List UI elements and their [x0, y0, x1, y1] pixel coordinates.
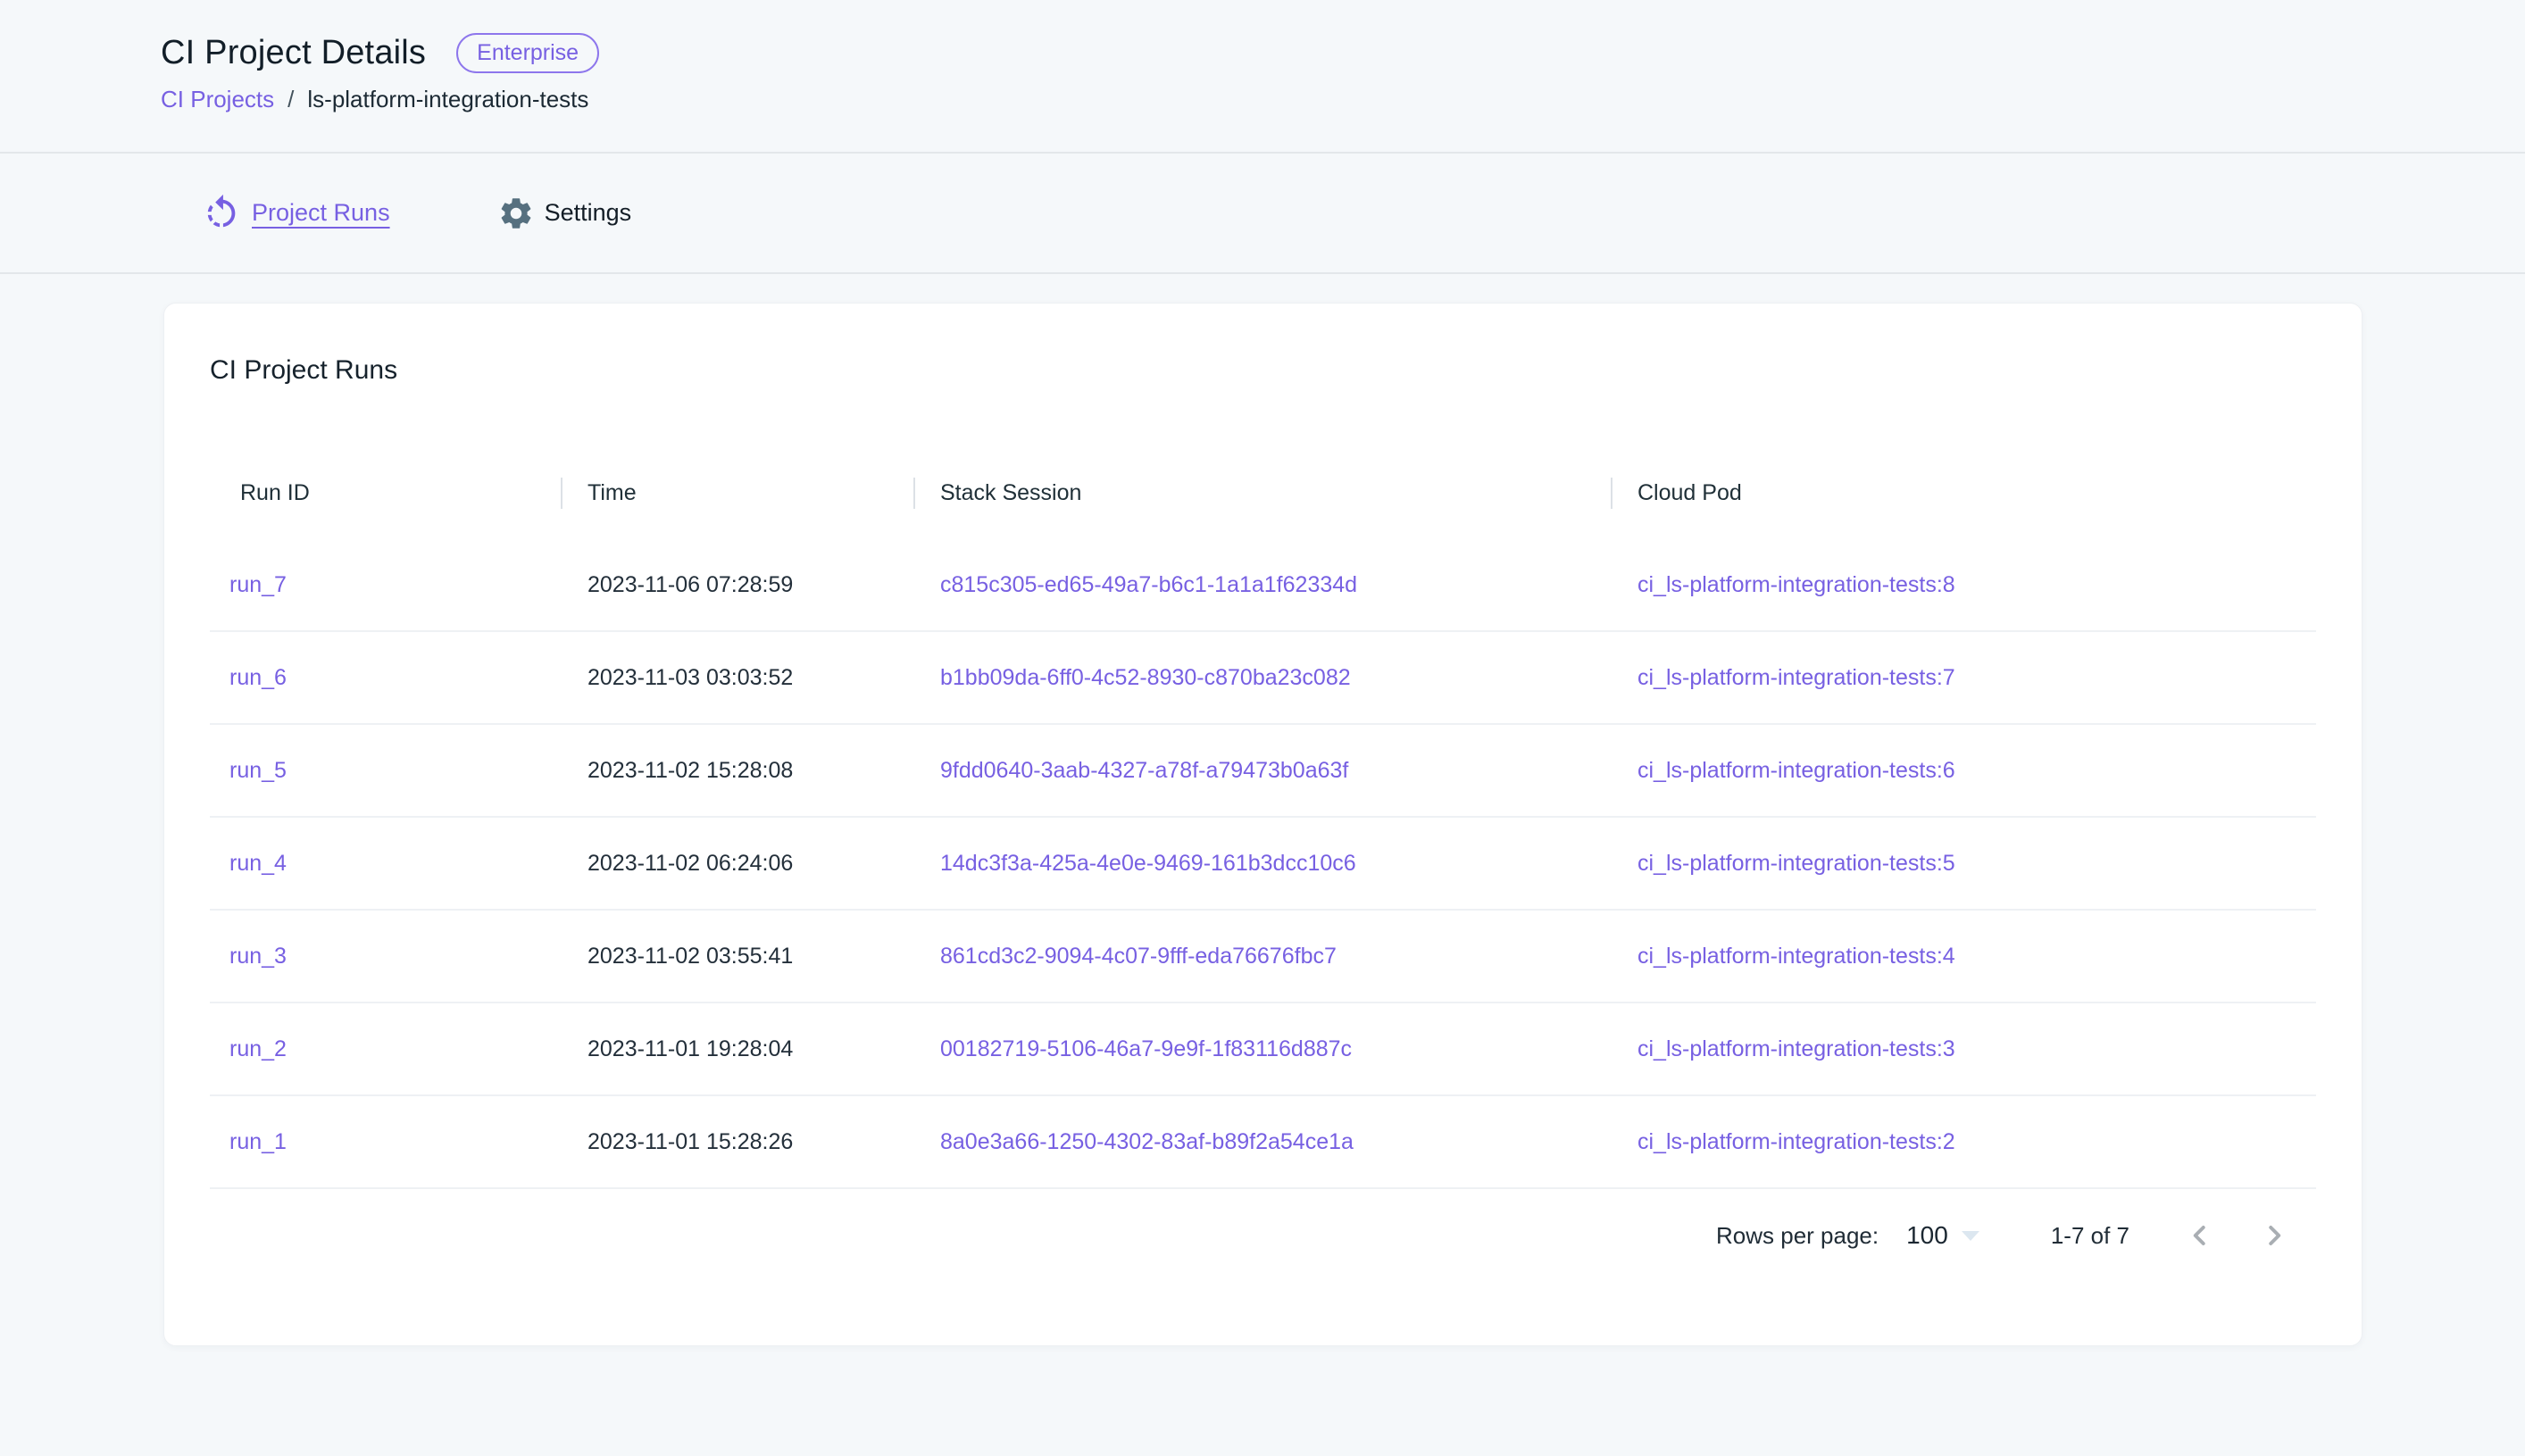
- gear-icon: [497, 195, 535, 232]
- stack-session-cell: 9fdd0640-3aab-4327-a78f-a79473b0a63f: [913, 755, 1611, 786]
- table-row: run_7 2023-11-06 07:28:59 c815c305-ed65-…: [210, 539, 2316, 632]
- column-header-stack-session: Stack Session: [913, 478, 1611, 509]
- run-id-cell: run_1: [210, 1127, 561, 1158]
- time-cell: 2023-11-02 15:28:08: [561, 755, 913, 786]
- stack-session-cell: b1bb09da-6ff0-4c52-8930-c870ba23c082: [913, 662, 1611, 694]
- table-body: run_7 2023-11-06 07:28:59 c815c305-ed65-…: [210, 539, 2316, 1189]
- cloud-pod-cell: ci_ls-platform-integration-tests:5: [1611, 848, 2317, 879]
- stack-session-link[interactable]: 14dc3f3a-425a-4e0e-9469-161b3dcc10c6: [940, 851, 1356, 876]
- time-value: 2023-11-02 06:24:06: [588, 851, 793, 876]
- run-id-cell: run_7: [210, 570, 561, 601]
- table-row: run_6 2023-11-03 03:03:52 b1bb09da-6ff0-…: [210, 632, 2316, 725]
- stack-session-link[interactable]: c815c305-ed65-49a7-b6c1-1a1a1f62334d: [940, 572, 1357, 597]
- cloud-pod-link[interactable]: ci_ls-platform-integration-tests:4: [1638, 944, 1955, 969]
- stack-session-link[interactable]: 8a0e3a66-1250-4302-83af-b89f2a54ce1a: [940, 1129, 1354, 1154]
- cloud-pod-cell: ci_ls-platform-integration-tests:7: [1611, 662, 2317, 694]
- cloud-pod-link[interactable]: ci_ls-platform-integration-tests:8: [1638, 572, 1955, 597]
- rows-per-page-select[interactable]: 100: [1906, 1218, 1980, 1252]
- card-title: CI Project Runs: [210, 353, 2316, 388]
- page-title: CI Project Details: [161, 32, 426, 75]
- run-id-cell: run_4: [210, 848, 561, 879]
- page-header: CI Project Details Enterprise CI Project…: [0, 0, 2525, 154]
- plan-badge: Enterprise: [456, 33, 599, 73]
- chevron-right-icon: [2258, 1219, 2290, 1252]
- tab-project-runs-label: Project Runs: [252, 196, 390, 230]
- breadcrumb-current: ls-platform-integration-tests: [307, 83, 588, 115]
- column-header-run-id: Run ID: [210, 478, 561, 509]
- chevron-down-icon: [1961, 1230, 1980, 1242]
- tab-settings-label: Settings: [545, 196, 632, 230]
- table-header-row: Run ID Time Stack Session Cloud Pod: [210, 446, 2316, 539]
- stack-session-link[interactable]: b1bb09da-6ff0-4c52-8930-c870ba23c082: [940, 665, 1351, 690]
- table-row: run_5 2023-11-02 15:28:08 9fdd0640-3aab-…: [210, 725, 2316, 818]
- breadcrumb: CI Projects / ls-platform-integration-te…: [161, 83, 2525, 115]
- next-page-button[interactable]: [2253, 1214, 2296, 1257]
- stack-session-link[interactable]: 9fdd0640-3aab-4327-a78f-a79473b0a63f: [940, 758, 1348, 783]
- time-value: 2023-11-03 03:03:52: [588, 665, 793, 690]
- cloud-pod-cell: ci_ls-platform-integration-tests:8: [1611, 570, 2317, 601]
- tab-bar: Project Runs Settings: [0, 154, 2525, 274]
- run-id-cell: run_2: [210, 1034, 561, 1065]
- time-value: 2023-11-01 19:28:04: [588, 1036, 793, 1061]
- table-row: run_2 2023-11-01 19:28:04 00182719-5106-…: [210, 1003, 2316, 1096]
- time-cell: 2023-11-03 03:03:52: [561, 662, 913, 694]
- tab-project-runs[interactable]: Project Runs: [201, 193, 390, 234]
- cloud-pod-cell: ci_ls-platform-integration-tests:3: [1611, 1034, 2317, 1065]
- run-id-link[interactable]: run_7: [229, 572, 287, 597]
- stack-session-cell: 8a0e3a66-1250-4302-83af-b89f2a54ce1a: [913, 1127, 1611, 1158]
- cloud-pod-link[interactable]: ci_ls-platform-integration-tests:5: [1638, 851, 1955, 876]
- stack-session-cell: 861cd3c2-9094-4c07-9fff-eda76676fbc7: [913, 941, 1611, 972]
- run-id-link[interactable]: run_4: [229, 851, 287, 876]
- previous-page-button[interactable]: [2179, 1214, 2221, 1257]
- time-cell: 2023-11-02 06:24:06: [561, 848, 913, 879]
- run-id-link[interactable]: run_5: [229, 758, 287, 783]
- run-id-link[interactable]: run_1: [229, 1129, 287, 1154]
- time-cell: 2023-11-06 07:28:59: [561, 570, 913, 601]
- cloud-pod-cell: ci_ls-platform-integration-tests:4: [1611, 941, 2317, 972]
- time-value: 2023-11-01 15:28:26: [588, 1129, 793, 1154]
- breadcrumb-parent-link[interactable]: CI Projects: [161, 83, 274, 115]
- column-header-time: Time: [561, 478, 913, 509]
- rotate-left-icon: [201, 193, 242, 234]
- stack-session-cell: 00182719-5106-46a7-9e9f-1f83116d887c: [913, 1034, 1611, 1065]
- cloud-pod-link[interactable]: ci_ls-platform-integration-tests:7: [1638, 665, 1955, 690]
- time-value: 2023-11-02 03:55:41: [588, 944, 793, 969]
- stack-session-cell: c815c305-ed65-49a7-b6c1-1a1a1f62334d: [913, 570, 1611, 601]
- table-row: run_3 2023-11-02 03:55:41 861cd3c2-9094-…: [210, 911, 2316, 1003]
- cloud-pod-link[interactable]: ci_ls-platform-integration-tests:2: [1638, 1129, 1955, 1154]
- breadcrumb-separator: /: [288, 83, 294, 115]
- chevron-left-icon: [2184, 1219, 2216, 1252]
- cloud-pod-cell: ci_ls-platform-integration-tests:6: [1611, 755, 2317, 786]
- time-cell: 2023-11-01 19:28:04: [561, 1034, 913, 1065]
- title-row: CI Project Details Enterprise: [161, 32, 2525, 75]
- run-id-cell: run_5: [210, 755, 561, 786]
- pagination-range: 1-7 of 7: [2051, 1219, 2129, 1252]
- time-value: 2023-11-06 07:28:59: [588, 572, 793, 597]
- table-row: run_1 2023-11-01 15:28:26 8a0e3a66-1250-…: [210, 1096, 2316, 1189]
- stack-session-cell: 14dc3f3a-425a-4e0e-9469-161b3dcc10c6: [913, 848, 1611, 879]
- cloud-pod-cell: ci_ls-platform-integration-tests:2: [1611, 1127, 2317, 1158]
- tab-settings[interactable]: Settings: [497, 195, 632, 232]
- ci-project-runs-card: CI Project Runs Run ID Time Stack Sessio…: [163, 303, 2362, 1346]
- run-id-link[interactable]: run_6: [229, 665, 287, 690]
- run-id-link[interactable]: run_2: [229, 1036, 287, 1061]
- time-cell: 2023-11-02 03:55:41: [561, 941, 913, 972]
- run-id-cell: run_3: [210, 941, 561, 972]
- rows-per-page-value: 100: [1906, 1218, 1948, 1252]
- table-row: run_4 2023-11-02 06:24:06 14dc3f3a-425a-…: [210, 818, 2316, 911]
- run-id-link[interactable]: run_3: [229, 944, 287, 969]
- column-header-cloud-pod: Cloud Pod: [1611, 478, 2317, 509]
- time-cell: 2023-11-01 15:28:26: [561, 1127, 913, 1158]
- stack-session-link[interactable]: 861cd3c2-9094-4c07-9fff-eda76676fbc7: [940, 944, 1337, 969]
- rows-per-page-label: Rows per page:: [1716, 1219, 1879, 1252]
- stack-session-link[interactable]: 00182719-5106-46a7-9e9f-1f83116d887c: [940, 1036, 1352, 1061]
- run-id-cell: run_6: [210, 662, 561, 694]
- runs-table: Run ID Time Stack Session Cloud Pod run_…: [210, 446, 2316, 1189]
- pagination-bar: Rows per page: 100 1-7 of 7: [210, 1189, 2316, 1282]
- cloud-pod-link[interactable]: ci_ls-platform-integration-tests:6: [1638, 758, 1955, 783]
- time-value: 2023-11-02 15:28:08: [588, 758, 793, 783]
- cloud-pod-link[interactable]: ci_ls-platform-integration-tests:3: [1638, 1036, 1955, 1061]
